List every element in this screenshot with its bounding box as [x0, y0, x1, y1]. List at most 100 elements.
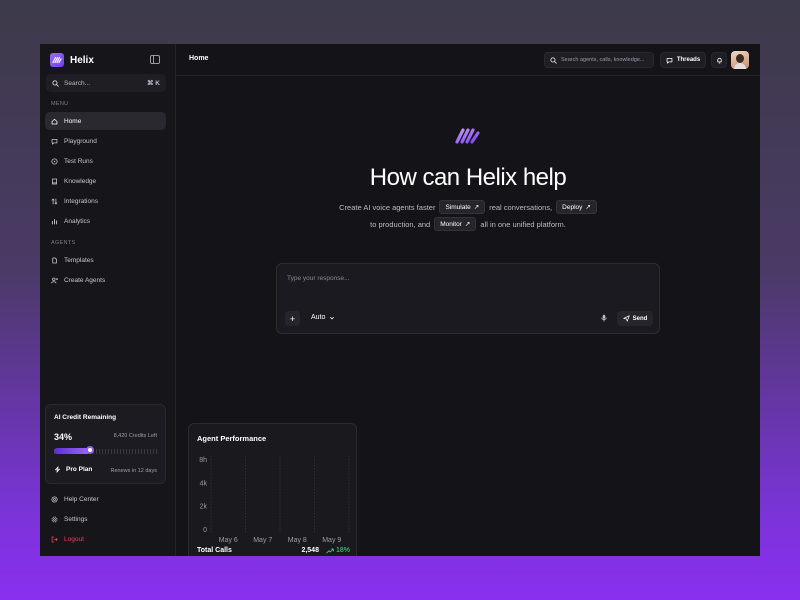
plan-name: Pro Plan: [66, 466, 93, 473]
x-tick-label: May 8: [288, 537, 307, 544]
send-icon: [623, 315, 630, 322]
global-search-placeholder: Search agents, calls, knowledge...: [561, 57, 645, 63]
avatar[interactable]: [731, 51, 749, 69]
send-label: Send: [632, 315, 648, 322]
trend-up-icon: [326, 548, 334, 553]
arrow-up-right-icon: ↗: [585, 204, 591, 211]
sidebar-item-home[interactable]: Home: [45, 112, 166, 130]
global-search-input[interactable]: Search agents, calls, knowledge...: [544, 52, 654, 68]
help-icon: [51, 495, 58, 503]
search-shortcut: ⌘ K: [147, 80, 160, 87]
y-tick-label: 8h: [199, 457, 207, 464]
sidebar-item-create-agents[interactable]: Create Agents: [45, 271, 166, 289]
sidebar-item-test-runs[interactable]: Test Runs: [45, 152, 166, 170]
file-icon: [51, 257, 58, 264]
monitor-chip[interactable]: Monitor ↗: [434, 217, 477, 231]
arrow-up-right-icon: ↗: [473, 204, 480, 211]
mode-select[interactable]: Auto: [311, 314, 335, 321]
chip-label: Deploy: [562, 203, 583, 211]
search-icon: [550, 56, 557, 64]
sidebar-item-label: Templates: [64, 256, 94, 264]
hero-text: real conversations,: [489, 202, 553, 212]
credits-left: 8,420 Credits Left: [113, 433, 157, 439]
book-icon: [51, 178, 58, 185]
threads-button[interactable]: Threads: [660, 52, 706, 68]
microphone-icon: [601, 314, 607, 322]
sidebar-item-integrations[interactable]: Integrations: [45, 192, 166, 210]
sidebar-item-label: Test Runs: [64, 157, 93, 165]
search-icon: [52, 79, 59, 87]
notifications-button[interactable]: [711, 52, 727, 68]
x-tick-label: May 6: [219, 537, 238, 544]
topbar: Home Search agents, calls, knowledge... …: [176, 44, 760, 76]
response-input[interactable]: [287, 275, 627, 282]
sidebar-item-label: Home: [64, 117, 82, 125]
sidebar-item-label: Analytics: [64, 217, 91, 225]
y-tick-label: 2k: [200, 504, 208, 511]
hero-text: all in one unified platform.: [480, 219, 566, 229]
brand[interactable]: Helix: [50, 53, 94, 67]
play-circle-icon: [51, 157, 58, 165]
sidebar-item-analytics[interactable]: Analytics: [45, 212, 166, 230]
agent-performance-card: Agent Performance 8h 4k 2k 0 May 6 May 7 May 8…: [188, 423, 357, 556]
sidebar-item-logout[interactable]: Logout: [45, 530, 166, 548]
credit-percent: 34%: [54, 432, 73, 442]
sidebar-item-label: Knowledge: [64, 177, 97, 185]
plus-icon: +: [289, 313, 296, 324]
sidebar-item-label: Integrations: [64, 197, 98, 205]
credit-progress-fill: [54, 448, 90, 454]
total-calls-value: 2,548: [301, 547, 319, 554]
bar-chart-icon: [51, 218, 58, 225]
credit-progress-knob[interactable]: [85, 446, 94, 454]
user-plus-icon: [51, 277, 58, 284]
plan-row: Pro Plan: [54, 466, 92, 473]
deploy-chip[interactable]: Deploy ↗: [556, 200, 597, 214]
app-window: Helix Search... ⌘ K MENU Home Playground…: [40, 44, 760, 556]
gear-icon: [51, 516, 58, 523]
composer: + Auto Send: [276, 263, 660, 334]
sidebar-item-label: Logout: [64, 535, 84, 543]
sidebar-item-templates[interactable]: Templates: [45, 251, 166, 269]
simulate-chip[interactable]: Simulate ↗: [439, 200, 486, 214]
sidebar-search[interactable]: Search... ⌘ K: [46, 74, 166, 92]
chip-label: Monitor: [440, 220, 462, 228]
mode-value: Auto: [311, 314, 326, 321]
hero-line-2: to production, and Monitor ↗ all in one u…: [176, 217, 760, 231]
x-tick-label: May 7: [253, 537, 272, 544]
chip-label: Simulate: [445, 203, 471, 211]
menu-section-label: MENU: [51, 101, 69, 107]
hero-line-1: Create AI voice agents faster Simulate ↗ …: [176, 200, 760, 214]
plan-renew: Renews in 12 days: [110, 468, 157, 474]
credit-title: AI Credit Remaining: [54, 414, 117, 421]
sidebar-item-label: Create Agents: [64, 276, 106, 284]
hero-text: to production, and: [370, 219, 431, 229]
helix-logo-icon: [50, 53, 64, 67]
arrows-icon: [51, 198, 58, 205]
performance-footer: Total Calls 2,548 18%: [197, 547, 350, 554]
bell-icon: [716, 57, 722, 63]
performance-title: Agent Performance: [197, 434, 267, 443]
sidebar-item-playground[interactable]: Playground: [45, 132, 166, 150]
agents-section-label: AGENTS: [51, 240, 76, 246]
threads-label: Threads: [676, 57, 701, 63]
sidebar: Helix Search... ⌘ K MENU Home Playground…: [40, 44, 176, 556]
send-button[interactable]: Send: [617, 311, 653, 326]
sidebar-item-label: Help Center: [64, 495, 99, 503]
sidebar-item-settings[interactable]: Settings: [45, 510, 166, 528]
brand-name: Helix: [70, 54, 94, 66]
sidebar-collapse-icon[interactable]: [150, 55, 160, 64]
performance-chart: 8h 4k 2k 0 May 6 May 7 May 8 May 9: [199, 456, 350, 544]
lightning-icon: [55, 466, 60, 473]
attach-button[interactable]: +: [285, 311, 300, 326]
sidebar-item-knowledge[interactable]: Knowledge: [45, 172, 166, 190]
hero-title: How can Helix help: [369, 164, 567, 191]
credit-card: AI Credit Remaining 34% 8,420 Credits Le…: [45, 404, 166, 484]
y-tick-label: 0: [203, 527, 207, 534]
sidebar-item-help-center[interactable]: Help Center: [45, 490, 166, 508]
breadcrumb[interactable]: Home: [189, 55, 208, 62]
microphone-button[interactable]: [599, 313, 609, 323]
chat-icon: [51, 138, 58, 145]
home-icon: [51, 118, 58, 125]
sidebar-search-label: Search...: [64, 79, 91, 87]
arrow-up-right-icon: ↗: [464, 221, 471, 228]
